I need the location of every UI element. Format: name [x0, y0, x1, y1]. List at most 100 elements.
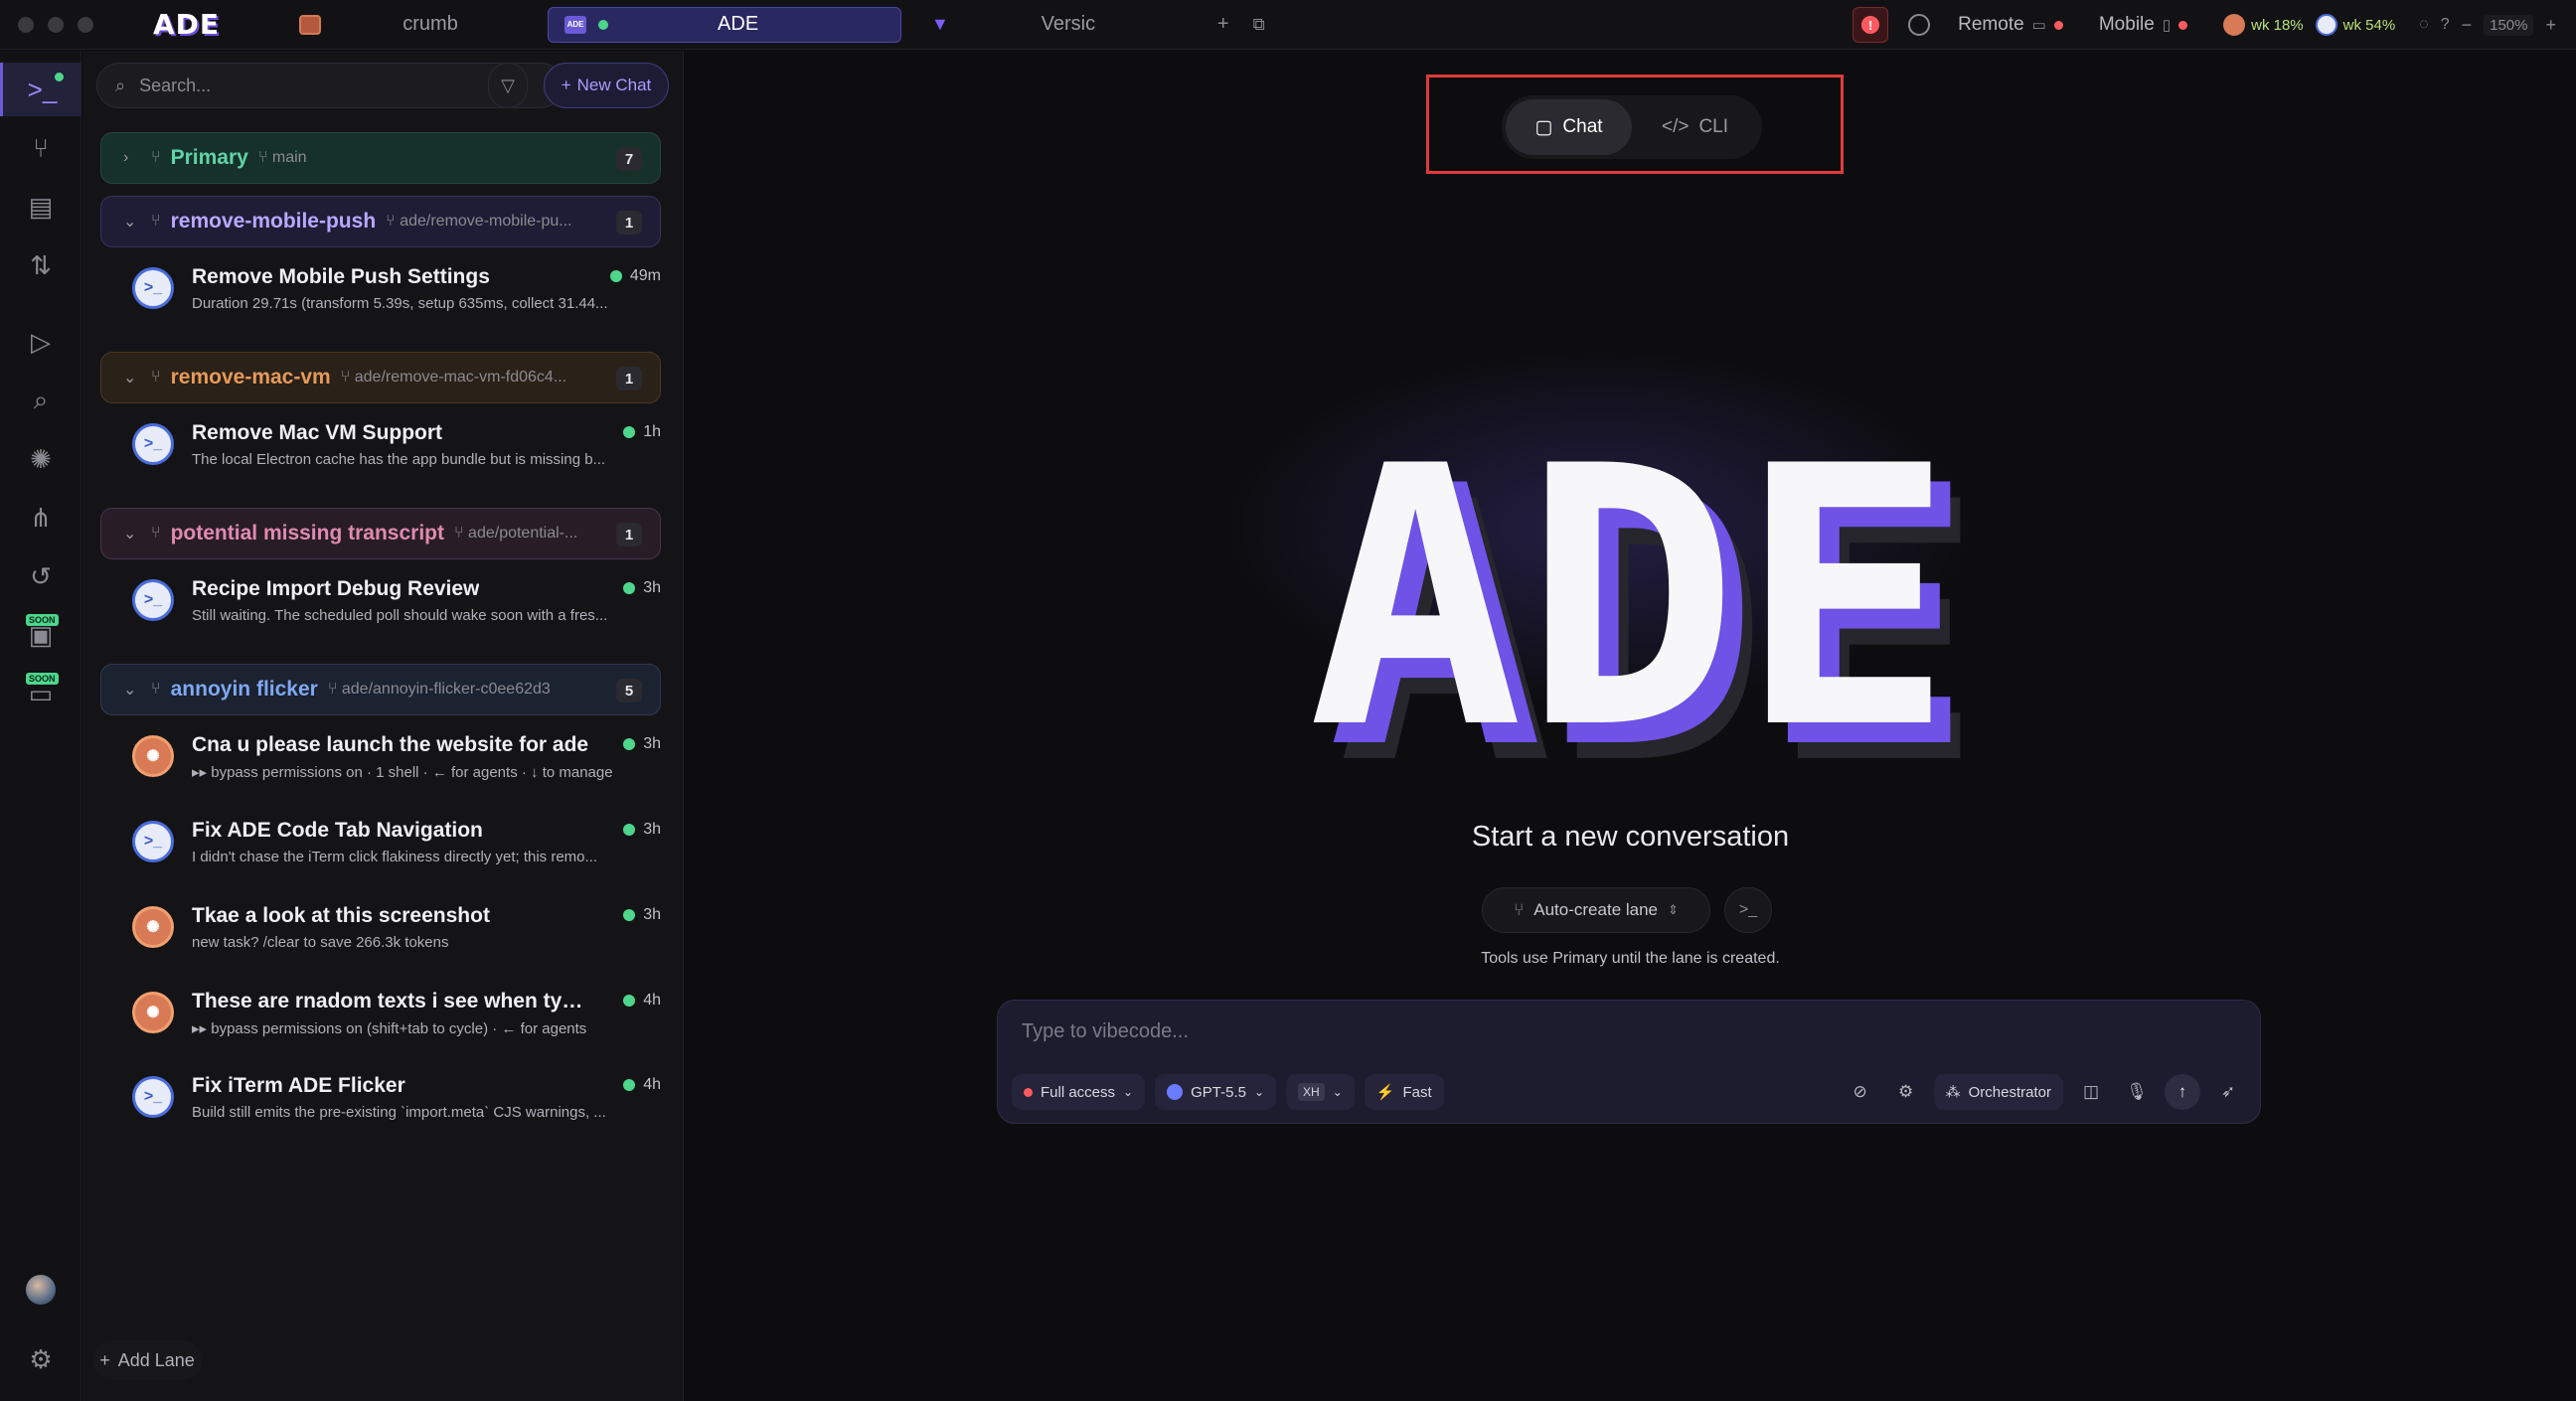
search-icon: ⌕	[115, 75, 126, 95]
app-window: ADE crumb ADE ADE ▼ Versic + ⧉ ! Remote …	[0, 0, 2576, 1401]
tab-versic[interactable]: Versic	[949, 13, 1188, 36]
rocket-icon[interactable]: ➶	[2210, 1074, 2246, 1110]
status-dot	[623, 738, 636, 750]
lane-potential-missing-transcript[interactable]: ⌄ ⑂ potential missing transcript ⑂ ade/p…	[100, 508, 661, 559]
openai-icon: >_	[132, 267, 174, 309]
mobile-label: Mobile	[2098, 14, 2155, 35]
zoom-in-icon[interactable]: +	[2545, 15, 2556, 36]
search-placeholder: Search...	[139, 75, 212, 95]
microphone-icon[interactable]: 🎙	[2119, 1074, 2155, 1110]
composer-input[interactable]: Type to vibecode...	[1022, 1020, 1189, 1043]
minimize-window-button[interactable]	[48, 16, 64, 33]
chat-time-text: 4h	[643, 992, 661, 1009]
chat-item[interactable]: ✺ Cna u please launch the website for ad…	[132, 725, 669, 795]
terminal-icon[interactable]: >_	[0, 63, 81, 116]
main-panel: ▢ Chat </> CLI ADE ADE ADE Start a new c…	[685, 51, 2576, 1401]
auto-create-lane-select[interactable]: ⑂ Auto-create lane ⇕	[1482, 887, 1710, 933]
terminal-icon: >_	[1738, 901, 1758, 918]
chat-preview: Duration 29.71s (transform 5.39s, setup …	[192, 295, 608, 312]
chat-preview: Build still emits the pre-existing `impo…	[192, 1104, 606, 1121]
chat-time: 3h	[623, 735, 661, 753]
mobile-status[interactable]: Mobile ▯	[2098, 14, 2188, 36]
branch-icon[interactable]: ⑂	[0, 121, 81, 175]
ade-logo-graphic: ADE ADE ADE	[1308, 390, 1984, 843]
model-select[interactable]: GPT-5.5 ⌄	[1155, 1074, 1277, 1110]
chat-item[interactable]: >_ Recipe Import Debug Review Still wait…	[132, 569, 669, 639]
folder-icon	[299, 14, 322, 35]
orchestrator-button[interactable]: ⁂ Orchestrator	[1933, 1074, 2063, 1110]
chat-item[interactable]: ✺ Tkae a look at this screenshot new tas…	[132, 896, 669, 966]
chat-title: Fix iTerm ADE Flicker	[192, 1074, 405, 1097]
usage-meter-openai[interactable]: wk 54%	[2315, 14, 2396, 36]
zoom-window-button[interactable]	[78, 16, 93, 33]
tab-chat[interactable]: ▢ Chat	[1506, 99, 1632, 155]
chat-time: 4h	[623, 992, 661, 1010]
chat-preview: Still waiting. The scheduled poll should…	[192, 607, 608, 624]
close-window-button[interactable]	[18, 16, 34, 33]
chat-title: Cna u please launch the website for ade	[192, 733, 589, 756]
chat-time-text: 3h	[643, 821, 661, 838]
tab-crumb[interactable]: crumb	[321, 13, 540, 36]
lane-annoyin-flicker[interactable]: ⌄ ⑂ annoyin flicker ⑂ ade/annoyin-flicke…	[100, 664, 661, 715]
chat-item[interactable]: >_ Remove Mac VM Support The local Elect…	[132, 413, 669, 483]
zoom-level[interactable]: 150%	[2484, 14, 2534, 36]
lane-remove-mac-vm[interactable]: ⌄ ⑂ remove-mac-vm ⑂ ade/remove-mac-vm-fd…	[100, 352, 661, 403]
tab-cli[interactable]: </> CLI	[1632, 99, 1758, 155]
access-select[interactable]: Full access ⌄	[1012, 1074, 1146, 1110]
soon-app-icon[interactable]: ▣ SOON	[0, 608, 81, 662]
brain-icon[interactable]: ✺	[0, 432, 81, 486]
chat-item[interactable]: >_ Remove Mobile Push Settings Duration …	[132, 257, 669, 327]
chat-item[interactable]: >_ Fix iTerm ADE Flicker Build still emi…	[132, 1066, 669, 1136]
effort-select[interactable]: XH ⌄	[1286, 1074, 1355, 1110]
lane-remove-mobile-push[interactable]: ⌄ ⑂ remove-mobile-push ⑂ ade/remove-mobi…	[100, 196, 661, 247]
new-chat-button[interactable]: + New Chat	[544, 63, 669, 108]
arrow-up-icon: ↑	[2177, 1082, 2187, 1101]
graph-icon[interactable]: ⋔	[0, 491, 81, 545]
meter-openai-value: wk 54%	[2342, 16, 2396, 34]
chevron-down-icon: ⌄	[1253, 1085, 1265, 1099]
terminal-button[interactable]: >_	[1724, 887, 1772, 933]
file-code-icon[interactable]: ▤	[0, 180, 81, 234]
fast-toggle[interactable]: ⚡ Fast	[1364, 1074, 1444, 1110]
orchestrator-label: Orchestrator	[1968, 1083, 2051, 1101]
start-heading: Start a new conversation	[1471, 821, 1790, 853]
chat-item[interactable]: ✺ These are rnadom texts i see when typi…	[132, 982, 669, 1051]
lane-name: potential missing transcript	[170, 522, 444, 545]
send-button[interactable]: ↑	[2165, 1074, 2200, 1110]
title-bar: ADE crumb ADE ADE ▼ Versic + ⧉ ! Remote …	[0, 0, 2576, 50]
lane-primary[interactable]: › ⑂ Primary ⑂ main 7	[100, 132, 661, 184]
add-lane-button[interactable]: + Add Lane	[92, 1340, 202, 1380]
help-icon[interactable]: ?	[2441, 16, 2450, 34]
versic-icon: ▼	[931, 14, 949, 34]
tab-ade[interactable]: ADE ADE	[548, 6, 902, 43]
remote-status[interactable]: Remote ▭	[1958, 14, 2063, 36]
chat-sidebar: ⌕ Search... ▽ + New Chat › ⑂ Primary ⑂ m…	[82, 51, 684, 1401]
composer[interactable]: Type to vibecode... Full access ⌄ GPT-5.…	[997, 1000, 2261, 1124]
lane-ref-text: main	[271, 149, 307, 166]
chat-bubble-icon[interactable]: ◌	[2419, 16, 2429, 34]
fast-label: Fast	[1402, 1083, 1432, 1101]
user-avatar[interactable]	[26, 1275, 56, 1305]
soon-device-icon[interactable]: ▭ SOON	[0, 667, 81, 720]
filter-button[interactable]: ▽	[488, 63, 528, 108]
attach-icon[interactable]: ⊘	[1843, 1074, 1878, 1110]
alert-button[interactable]: !	[1852, 7, 1889, 43]
settings-gear-icon[interactable]: ⚙	[0, 1332, 81, 1386]
usage-meter-claude[interactable]: wk 18%	[2223, 14, 2304, 36]
zoom-out-icon[interactable]: −	[2462, 15, 2473, 36]
claude-icon: ✺	[132, 906, 174, 948]
external-link-icon[interactable]: ⧉	[1253, 15, 1265, 35]
split-view-icon[interactable]: ◫	[2073, 1074, 2109, 1110]
new-tab-icon[interactable]: +	[1217, 13, 1229, 36]
chat-preview: new task? /clear to save 266.3k tokens	[192, 934, 449, 951]
lane-name: Primary	[170, 146, 248, 169]
effort-label: XH	[1298, 1083, 1325, 1101]
context-icon[interactable]: ⚙	[1888, 1074, 1924, 1110]
search-icon[interactable]: ⌕	[0, 374, 81, 427]
history-icon[interactable]: ↺	[0, 549, 81, 603]
chat-item[interactable]: >_ Fix ADE Code Tab Navigation I didn't …	[132, 811, 669, 880]
play-icon[interactable]: ▷	[0, 315, 81, 369]
pull-request-icon[interactable]: ⇅	[0, 238, 81, 292]
logo-white: ADE	[1308, 390, 1954, 786]
globe-icon[interactable]	[1908, 14, 1931, 36]
